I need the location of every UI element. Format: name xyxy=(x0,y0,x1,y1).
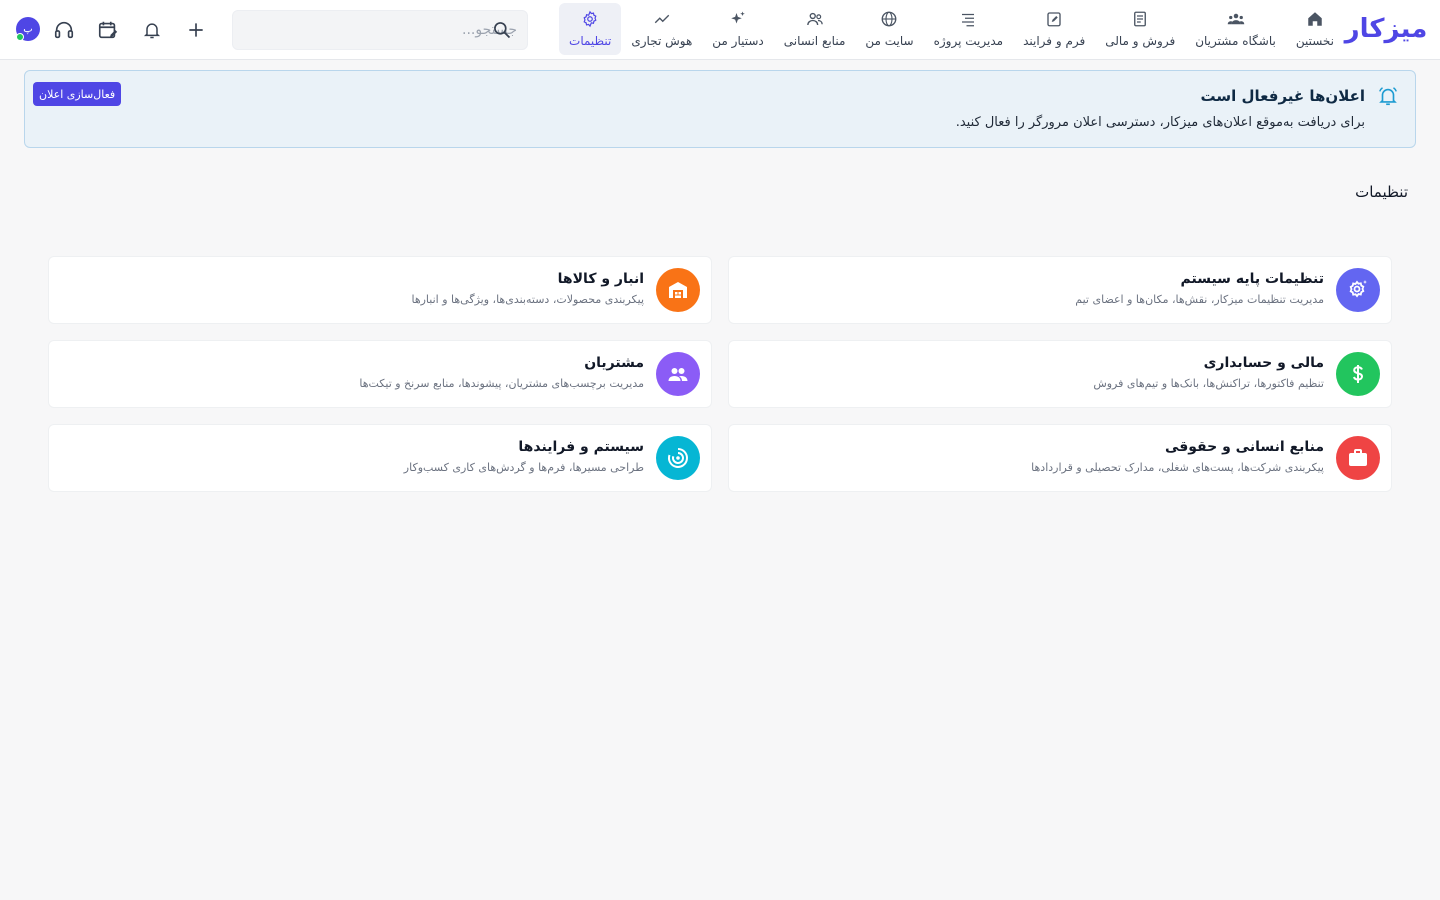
nav-item-forms[interactable]: فرم و فرایند xyxy=(1013,3,1095,55)
search-input[interactable] xyxy=(277,11,517,49)
users-group-icon xyxy=(1227,13,1244,25)
nav-item-projects[interactable]: مدیریت پروژه xyxy=(924,3,1013,55)
support-button[interactable] xyxy=(50,16,78,44)
settings-card-processes[interactable]: سیستم و فرایندها طراحی مسیرها، فرم‌ها و … xyxy=(48,424,712,492)
top-bar: میزکار نخستین باشگاه مشتریان فروش و مالی… xyxy=(0,0,1440,60)
card-title: مالی و حسابداری xyxy=(1203,355,1324,371)
card-description: مدیریت تنظیمات میزکار، نقش‌ها، مکان‌ها و… xyxy=(1075,293,1324,306)
alert-description: برای دریافت به‌موقع اعلان‌های میزکار، دس… xyxy=(955,115,1365,130)
calendar-edit-icon xyxy=(98,21,118,39)
nav-item-label: فروش و مالی xyxy=(1105,34,1176,48)
add-button[interactable] xyxy=(182,16,210,44)
user-avatar[interactable]: پ xyxy=(16,17,40,41)
notifications-button[interactable] xyxy=(138,16,166,44)
settings-grid: تنظیمات پایه سیستم مدیریت تنظیمات میزکار… xyxy=(48,256,1392,492)
nav-item-assistant[interactable]: دستیار من xyxy=(702,3,773,55)
nav-item-bi[interactable]: هوش تجاری xyxy=(621,3,702,55)
sparkles-icon xyxy=(731,11,745,24)
gear-sparkle-icon xyxy=(1336,268,1380,312)
settings-card-system[interactable]: تنظیمات پایه سیستم مدیریت تنظیمات میزکار… xyxy=(728,256,1392,324)
nav-item-label: سایت من xyxy=(865,34,914,48)
card-title: سیستم و فرایندها xyxy=(518,439,644,455)
home-icon xyxy=(1308,12,1322,26)
card-description: تنظیم فاکتورها، تراکنش‌ها، بانک‌ها و تیم… xyxy=(1093,377,1324,390)
online-status-dot xyxy=(16,33,24,41)
nav-item-label: باشگاه مشتریان xyxy=(1195,34,1276,48)
card-title: منابع انسانی و حقوقی xyxy=(1164,439,1324,455)
nav-item-label: منابع انسانی xyxy=(783,34,846,48)
main-nav: نخستین باشگاه مشتریان فروش و مالی فرم و … xyxy=(559,3,1344,55)
calendar-button[interactable] xyxy=(94,16,122,44)
nav-item-club[interactable]: باشگاه مشتریان xyxy=(1185,3,1286,55)
gear-icon xyxy=(583,10,597,28)
card-title: انبار و کالاها xyxy=(557,271,644,287)
card-title: تنظیمات پایه سیستم xyxy=(1180,271,1324,287)
card-description: مدیریت برچسب‌های مشتریان، پیشوندها، مناب… xyxy=(359,377,644,390)
card-description: پیکربندی شرکت‌ها، پست‌های شغلی، مدارک تح… xyxy=(1031,461,1324,474)
settings-card-finance[interactable]: مالی و حسابداری تنظیم فاکتورها، تراکنش‌ه… xyxy=(728,340,1392,408)
nav-item-home[interactable]: نخستین xyxy=(1286,3,1344,55)
nav-item-label: نخستین xyxy=(1295,34,1334,48)
settings-card-customers[interactable]: مشتریان مدیریت برچسب‌های مشتریان، پیشوند… xyxy=(48,340,712,408)
nav-item-label: تنظیمات xyxy=(569,34,612,48)
card-description: پیکربندی محصولات، دسته‌بندی‌ها، ویژگی‌ها… xyxy=(411,293,644,306)
nav-item-label: دستیار من xyxy=(712,34,764,48)
avatar-initials: پ xyxy=(23,23,33,35)
clipboard-edit-icon xyxy=(1047,12,1061,27)
target-icon xyxy=(656,436,700,480)
nav-item-sales[interactable]: فروش و مالی xyxy=(1095,3,1185,55)
card-title: مشتریان xyxy=(584,355,644,371)
nav-item-label: هوش تجاری xyxy=(631,34,693,48)
add-icon xyxy=(189,23,203,37)
card-description: طراحی مسیرها، فرم‌ها و گردش‌های کاری کسب… xyxy=(403,461,644,474)
nav-item-hr[interactable]: منابع انسانی xyxy=(774,3,856,55)
people-icon xyxy=(806,12,823,26)
notification-alert: اعلان‌ها غیرفعال است برای دریافت به‌موقع… xyxy=(24,70,1416,148)
settings-card-hr[interactable]: منابع انسانی و حقوقی پیکربندی شرکت‌ها، پ… xyxy=(728,424,1392,492)
nav-item-label: فرم و فرایند xyxy=(1023,34,1086,48)
nav-item-site[interactable]: سایت من xyxy=(855,3,923,55)
dollar-icon xyxy=(1336,352,1380,396)
enable-notifications-button[interactable]: فعال‌سازی اعلان xyxy=(33,82,122,106)
bell-ring-icon xyxy=(1379,87,1397,106)
receipt-icon xyxy=(1134,11,1147,27)
bell-icon xyxy=(143,23,161,39)
search-icon[interactable] xyxy=(492,20,512,40)
nav-item-label: مدیریت پروژه xyxy=(933,34,1004,48)
warehouse-icon xyxy=(656,268,700,312)
customers-icon xyxy=(656,352,700,396)
briefcase-icon xyxy=(1336,436,1380,480)
alert-title: اعلان‌ها غیرفعال است xyxy=(1200,87,1365,105)
search-box xyxy=(232,10,528,50)
app-logo[interactable]: میزکار xyxy=(1345,10,1429,48)
settings-card-warehouse[interactable]: انبار و کالاها پیکربندی محصولات، دسته‌بن… xyxy=(48,256,712,324)
headset-icon xyxy=(54,21,74,39)
page-title: تنظیمات xyxy=(1355,183,1408,201)
globe-icon xyxy=(882,11,897,27)
trend-line-icon xyxy=(654,14,670,24)
list-lines-icon xyxy=(962,13,975,27)
nav-item-settings[interactable]: تنظیمات xyxy=(559,3,622,55)
